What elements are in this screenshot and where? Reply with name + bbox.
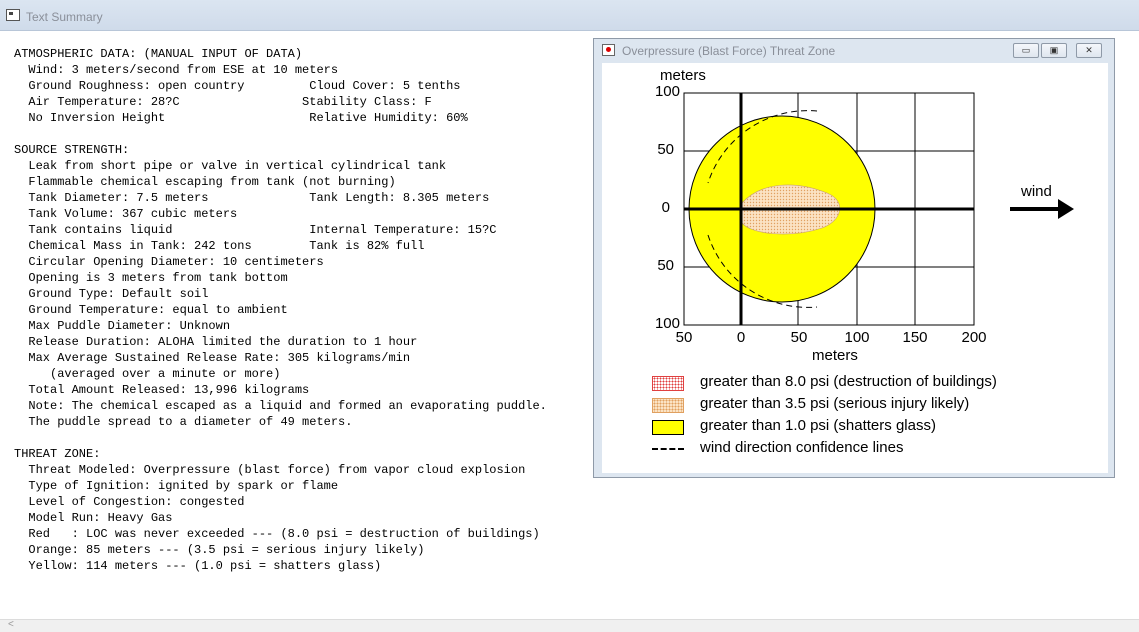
report-line: Type of Ignition: ignited by spark or fl…	[14, 479, 339, 493]
report-line: Threat Modeled: Overpressure (blast forc…	[14, 463, 526, 477]
threat-zone-client-area: meters 100 50 0 50 100 50 0 50 100 150 2…	[602, 63, 1108, 473]
y-tick-label: 0	[661, 199, 670, 216]
report-line	[14, 430, 547, 446]
report-line: Model Run: Heavy Gas	[14, 511, 173, 525]
report-line	[14, 126, 547, 142]
window-title: Text Summary	[26, 10, 103, 24]
report-line: Level of Congestion: congested	[14, 495, 245, 509]
report-line: Total Amount Released: 13,996 kilograms	[14, 383, 310, 397]
report-line: Leak from short pipe or valve in vertica…	[14, 159, 447, 173]
report-line: Flammable chemical escaping from tank (n…	[14, 175, 396, 189]
legend-item-yellow: greater than 1.0 psi (shatters glass)	[652, 417, 1092, 437]
x-tick-label: 200	[961, 329, 987, 346]
legend-label: greater than 3.5 psi (serious injury lik…	[700, 395, 970, 412]
report-line: Red : LOC was never exceeded --- (8.0 ps…	[14, 527, 540, 541]
report-line: Wind: 3 meters/second from ESE at 10 met…	[14, 63, 339, 77]
report-line: Tank contains liquid Internal Temperatur…	[14, 223, 497, 237]
orange-zone-swatch	[652, 398, 684, 413]
report-line: Ground Type: Default soil	[14, 287, 209, 301]
yellow-zone-swatch	[652, 420, 684, 435]
y-tick-label: 100	[654, 83, 680, 100]
x-tick-label: 50	[675, 329, 693, 346]
minimize-button[interactable]: ▭	[1013, 43, 1039, 58]
legend-item-confidence: wind direction confidence lines	[652, 439, 1092, 459]
report-line: Circular Opening Diameter: 10 centimeter…	[14, 255, 324, 269]
scroll-left-arrow-icon[interactable]: <	[8, 619, 14, 630]
report-line: THREAT ZONE:	[14, 447, 101, 461]
report-line: Note: The chemical escaped as a liquid a…	[14, 399, 547, 413]
restore-button[interactable]: ▣	[1041, 43, 1067, 58]
legend-item-red: greater than 8.0 psi (destruction of bui…	[652, 373, 1092, 393]
x-tick-label: 100	[844, 329, 870, 346]
wind-label: wind	[1021, 183, 1052, 200]
report-line: No Inversion Height Relative Humidity: 6…	[14, 111, 468, 125]
threat-zone-window[interactable]: Overpressure (Blast Force) Threat Zone ▭…	[593, 38, 1115, 478]
report-line: (averaged over a minute or more)	[14, 367, 281, 381]
x-tick-label: 0	[736, 329, 746, 346]
y-tick-label: 50	[657, 257, 674, 274]
report-line: Ground Temperature: equal to ambient	[14, 303, 288, 317]
report-line: Release Duration: ALOHA limited the dura…	[14, 335, 418, 349]
legend-label: greater than 1.0 psi (shatters glass)	[700, 417, 936, 434]
report-line: Max Puddle Diameter: Unknown	[14, 319, 231, 333]
y-tick-label: 50	[657, 141, 674, 158]
confidence-line-swatch	[652, 448, 684, 450]
threat-zone-window-title: Overpressure (Blast Force) Threat Zone	[622, 44, 836, 58]
report-line: ATMOSPHERIC DATA: (MANUAL INPUT OF DATA)	[14, 47, 303, 61]
report-line: The puddle spread to a diameter of 49 me…	[14, 415, 353, 429]
text-summary-report: ATMOSPHERIC DATA: (MANUAL INPUT OF DATA)…	[14, 46, 547, 574]
report-line: Tank Volume: 367 cubic meters	[14, 207, 238, 221]
app-icon	[6, 9, 20, 21]
legend-label: wind direction confidence lines	[700, 439, 904, 456]
report-line: Max Average Sustained Release Rate: 305 …	[14, 351, 411, 365]
report-line: Ground Roughness: open country Cloud Cov…	[14, 79, 461, 93]
red-zone-swatch	[652, 376, 684, 391]
threat-zone-plot	[683, 92, 1074, 326]
report-line: Opening is 3 meters from tank bottom	[14, 271, 288, 285]
report-line: SOURCE STRENGTH:	[14, 143, 130, 157]
window-title-bar: Text Summary	[0, 0, 1139, 31]
legend-label: greater than 8.0 psi (destruction of bui…	[700, 373, 997, 390]
report-line: Yellow: 114 meters --- (1.0 psi = shatte…	[14, 559, 382, 573]
legend-item-orange: greater than 3.5 psi (serious injury lik…	[652, 395, 1092, 415]
close-button[interactable]: ✕	[1076, 43, 1102, 58]
report-line: Chemical Mass in Tank: 242 tons Tank is …	[14, 239, 425, 253]
report-line: Air Temperature: 28?C Stability Class: F	[14, 95, 432, 109]
x-axis-unit-label: meters	[812, 347, 858, 364]
threat-zone-window-icon	[602, 44, 615, 56]
x-tick-label: 50	[790, 329, 808, 346]
wind-arrow-icon	[1058, 199, 1074, 219]
report-line: Tank Diameter: 7.5 meters Tank Length: 8…	[14, 191, 490, 205]
horizontal-scrollbar[interactable]: <	[0, 619, 1139, 632]
report-line: Orange: 85 meters --- (3.5 psi = serious…	[14, 543, 425, 557]
x-tick-label: 150	[902, 329, 928, 346]
